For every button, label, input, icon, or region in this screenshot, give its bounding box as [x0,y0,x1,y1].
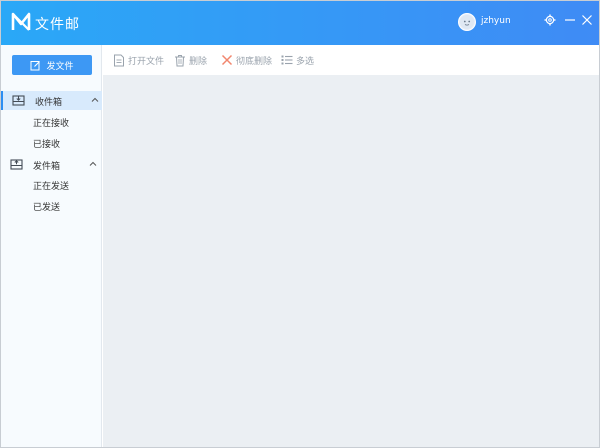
user-avatar[interactable] [458,13,476,31]
title-bar[interactable]: 文件邮 jzhyun [1,1,599,45]
sidebar-item-sent[interactable]: 已发送 [33,200,60,213]
app-title: 文件邮 [35,17,80,33]
sidebar-group-outbox[interactable]: 发件箱 [1,155,102,174]
sidebar-item-sending[interactable]: 正在发送 [33,179,69,192]
delete-button[interactable]: 删除 [174,53,207,67]
inbox-label: 收件箱 [35,98,63,108]
send-file-button[interactable]: 发文件 [12,55,92,75]
inbox-icon [12,95,25,106]
sidebar-item-receiving[interactable]: 正在接收 [33,116,69,129]
send-file-label: 发文件 [46,61,74,72]
edit-icon [30,60,41,70]
sidebar: 发文件 收件箱 正在接收 已接收 发件箱 正在发送 已发送 [1,45,102,447]
trash-icon [175,54,185,66]
list-icon [281,55,293,65]
document-icon [114,54,124,66]
minimize-icon[interactable] [563,13,577,27]
chevron-up-icon[interactable] [89,160,97,168]
open-file-label: 打开文件 [128,56,165,67]
avatar-face-icon [460,15,474,29]
sidebar-group-inbox[interactable]: 收件箱 [1,91,102,110]
username[interactable]: jzhyun [481,16,511,26]
settings-gear-icon[interactable] [543,13,557,27]
open-file-button[interactable]: 打开文件 [113,53,164,67]
toolbar: 打开文件 删除 彻底删除 多选 [103,45,599,75]
close-icon[interactable] [580,13,594,27]
app-window: 文件邮 jzhyun 发文件 收件箱 正在接收 已接收 发件箱 正在发送 已发送… [0,0,600,448]
permanent-delete-label: 彻底删除 [236,56,273,67]
outbox-label: 发件箱 [33,162,61,172]
multiselect-label: 多选 [296,56,315,67]
permanent-delete-button[interactable]: 彻底删除 [221,53,272,67]
outbox-icon [10,159,23,170]
chevron-up-icon[interactable] [91,96,99,104]
delete-label: 删除 [189,56,208,67]
sidebar-item-received[interactable]: 已接收 [33,137,60,150]
file-list-area[interactable] [103,75,599,447]
x-mark-icon [221,54,233,66]
multiselect-button[interactable]: 多选 [281,53,314,67]
app-logo-icon [11,12,31,31]
